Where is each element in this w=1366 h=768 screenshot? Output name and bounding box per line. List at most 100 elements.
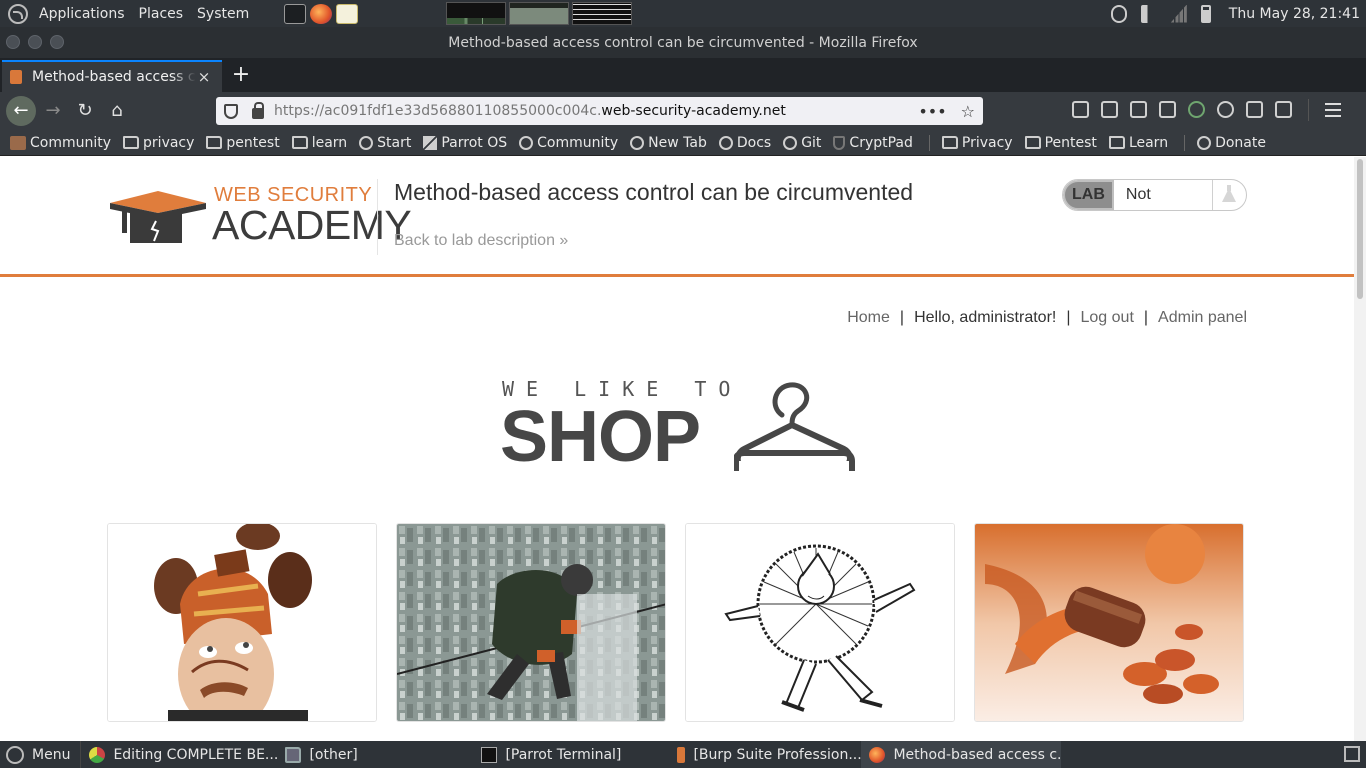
network-signal-icon[interactable] [1170, 4, 1187, 23]
community-icon [10, 135, 26, 150]
taskbar-task[interactable]: [Burp Suite Profession... [669, 741, 861, 768]
show-desktop-icon[interactable] [1344, 746, 1360, 762]
scrollbar-thumb[interactable] [1357, 159, 1363, 299]
system-tray: Thu May 28, 21:41 [1110, 0, 1366, 27]
firefox-launcher-icon[interactable] [310, 3, 333, 24]
menu-hamburger-icon[interactable] [1325, 103, 1341, 117]
system-menu[interactable]: System [190, 6, 256, 22]
url-text[interactable]: https://ac091fdf1e33d56880110855000c004c… [274, 103, 786, 119]
back-to-lab-description-link[interactable]: Back to lab description » [394, 232, 568, 250]
bookmark-item[interactable]: Community [10, 135, 111, 151]
bookmark-item[interactable]: Learn [1108, 135, 1168, 151]
extensions-grid-icon[interactable] [1275, 101, 1292, 118]
maximize-window-button[interactable] [50, 35, 64, 49]
minimize-window-button[interactable] [28, 35, 42, 49]
account-icon[interactable] [1217, 101, 1234, 118]
cpu-monitor-icon [446, 2, 507, 25]
desktop-top-panel: Applications Places System Thu May 28, 2… [0, 0, 1366, 27]
bookmark-item[interactable]: New Tab [630, 135, 707, 151]
taskbar-menu-button[interactable]: Menu [0, 741, 82, 768]
nav-separator: | [1143, 309, 1149, 326]
log-out-link[interactable]: Log out [1081, 309, 1134, 327]
bookmark-item[interactable]: Parrot OS [423, 135, 507, 151]
bookmark-star-icon[interactable]: ☆ [961, 102, 975, 121]
web-security-academy-logo[interactable]: WEB SECURITY ACADEMY [108, 183, 412, 247]
new-tab-button[interactable]: + [230, 62, 252, 87]
launchers [284, 3, 359, 24]
close-window-button[interactable] [6, 35, 20, 49]
globe-icon [1197, 135, 1212, 150]
parrot-logo-icon[interactable] [8, 3, 28, 24]
shield-icon [833, 135, 846, 150]
graduation-cap-icon [110, 191, 206, 243]
bookmark-item[interactable]: Docs [718, 135, 771, 151]
clock[interactable]: Thu May 28, 21:41 [1229, 6, 1360, 22]
product-image [686, 524, 954, 721]
url-bar[interactable]: https://ac091fdf1e33d56880110855000c004c… [216, 97, 983, 125]
bookmark-item[interactable]: privacy [123, 135, 194, 151]
library-icon[interactable] [1072, 101, 1089, 118]
bookmark-item[interactable]: Git [783, 135, 821, 151]
places-menu[interactable]: Places [132, 6, 191, 22]
vpn-globe-icon[interactable] [1188, 101, 1205, 118]
network-monitor-icon [572, 2, 633, 25]
product-card[interactable] [107, 523, 377, 722]
taskbar-task[interactable]: [Parrot Terminal] [473, 741, 669, 768]
screenshot-icon[interactable] [1130, 101, 1147, 118]
lab-status-widget: LAB Not solved [1062, 179, 1247, 211]
text-editor-launcher-icon[interactable] [336, 3, 359, 24]
folder-icon [123, 136, 140, 149]
shop-tagline-big: SHOP [500, 397, 701, 477]
back-button[interactable]: ← [6, 96, 36, 126]
ublock-icon[interactable] [1159, 101, 1176, 118]
home-link[interactable]: Home [847, 309, 890, 327]
reload-button[interactable]: ↻ [72, 98, 98, 124]
taskbar-task[interactable]: Method-based access c... [861, 741, 1062, 768]
product-image [108, 524, 376, 721]
bookmark-item[interactable]: Privacy [941, 135, 1013, 151]
bookmark-item[interactable]: CryptPad [833, 135, 913, 151]
taskbar-task-label: [Parrot Terminal] [505, 746, 622, 763]
page-actions-button[interactable]: ••• [918, 102, 946, 121]
product-card[interactable] [396, 523, 666, 722]
bookmark-item[interactable]: pentest [206, 135, 280, 151]
globe-icon [519, 135, 534, 150]
bookmark-item[interactable]: Start [359, 135, 411, 151]
page-scrollbar[interactable] [1354, 157, 1366, 741]
sidebar-icon[interactable] [1101, 101, 1118, 118]
battery-icon[interactable] [1200, 4, 1211, 23]
product-card[interactable] [685, 523, 955, 722]
home-button[interactable]: ⌂ [104, 98, 130, 124]
taskbar-task[interactable]: [other] [277, 741, 473, 768]
shop-user-nav: Home | Hello, administrator! | Log out |… [847, 309, 1247, 327]
admin-panel-link[interactable]: Admin panel [1158, 309, 1247, 327]
bookmark-item[interactable]: learn [291, 135, 347, 151]
taskbar-task[interactable]: Editing COMPLETE BE... [81, 741, 277, 768]
nav-separator: | [1066, 309, 1071, 326]
folder-icon [285, 746, 302, 763]
tracking-protection-shield-icon[interactable] [224, 103, 238, 119]
header-divider [377, 179, 378, 255]
product-card[interactable] [974, 523, 1244, 722]
coat-hanger-icon [734, 382, 855, 473]
extension-icon[interactable] [1246, 101, 1263, 118]
window-controls [6, 35, 64, 49]
bookmark-item[interactable]: Donate [1197, 135, 1266, 151]
forward-button[interactable]: → [40, 98, 66, 124]
volume-icon[interactable] [1140, 4, 1157, 23]
terminal-launcher-icon[interactable] [284, 3, 307, 24]
applications-menu[interactable]: Applications [32, 6, 132, 22]
bluetooth-icon[interactable] [1110, 4, 1127, 23]
tab-close-button[interactable]: × [196, 68, 212, 86]
chrome-icon [89, 746, 106, 763]
product-image [975, 524, 1243, 721]
bookmark-item[interactable]: Community [519, 135, 618, 151]
toolbar-separator [1308, 99, 1309, 121]
url-actions: ••• ☆ [918, 102, 983, 121]
lock-icon[interactable] [252, 101, 264, 119]
tab-active[interactable]: Method-based access control can be circu… [2, 60, 222, 92]
bookmark-label: Donate [1215, 134, 1266, 151]
taskbar-task-label: [other] [309, 746, 358, 763]
lab-badge: LAB [1063, 180, 1114, 210]
bookmark-item[interactable]: Pentest [1024, 135, 1097, 151]
